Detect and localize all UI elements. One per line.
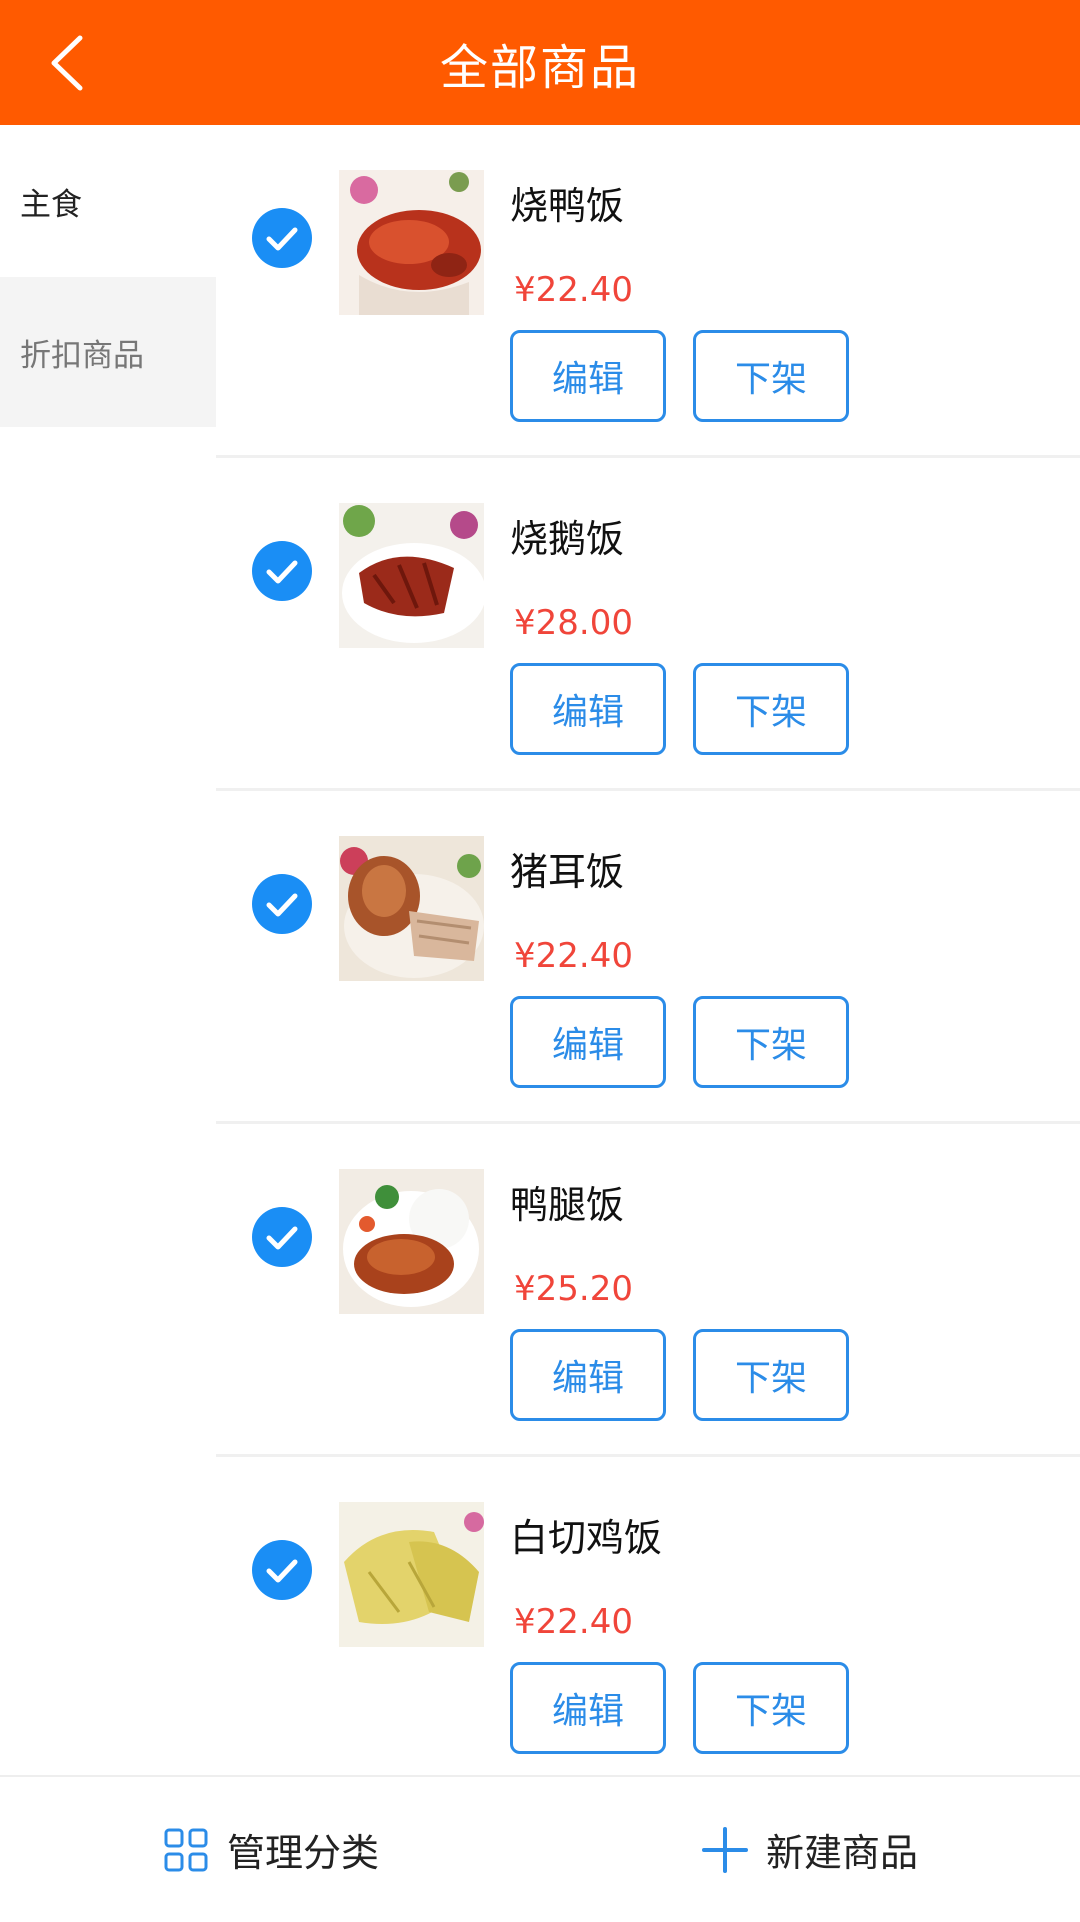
product-name: 白切鸡饭	[510, 1516, 663, 1560]
product-image	[339, 170, 484, 315]
product-row: 猪耳饭 ¥22.40 编辑 下架	[216, 791, 1080, 1124]
checkmark-icon	[266, 893, 298, 917]
product-row: 白切鸡饭 ¥22.40 编辑 下架	[216, 1457, 1080, 1790]
product-checkbox[interactable]	[252, 874, 312, 934]
product-image	[339, 503, 484, 648]
product-checkbox[interactable]	[252, 1207, 312, 1267]
edit-button[interactable]: 编辑	[510, 330, 666, 422]
unlist-button[interactable]: 下架	[693, 996, 849, 1088]
product-image	[339, 1169, 484, 1314]
product-checkbox[interactable]	[252, 1540, 312, 1600]
page-title: 全部商品	[439, 39, 640, 96]
product-price: ¥22.40	[514, 270, 633, 310]
checkmark-icon	[266, 1559, 298, 1583]
product-price: ¥28.00	[514, 603, 633, 643]
new-product-label: 新建商品	[766, 1831, 919, 1875]
manage-categories-label: 管理分类	[227, 1831, 380, 1875]
product-image	[339, 1502, 484, 1647]
product-price: ¥22.40	[514, 936, 633, 976]
category-sidebar: 主食 折扣商品	[0, 125, 216, 427]
product-price: ¥25.20	[514, 1269, 633, 1309]
unlist-button[interactable]: 下架	[693, 1662, 849, 1754]
product-row: 鸭腿饭 ¥25.20 编辑 下架	[216, 1124, 1080, 1457]
new-product-button[interactable]: 新建商品	[702, 1777, 918, 1922]
checkmark-icon	[266, 560, 298, 584]
product-name: 鸭腿饭	[510, 1183, 625, 1227]
edit-button[interactable]: 编辑	[510, 1662, 666, 1754]
unlist-button[interactable]: 下架	[693, 663, 849, 755]
checkmark-icon	[266, 227, 298, 251]
sidebar-item-discount[interactable]: 折扣商品	[0, 277, 216, 427]
bottom-action-bar: 管理分类 新建商品	[0, 1775, 1080, 1922]
product-name: 烧鹅饭	[510, 517, 625, 561]
product-row: 烧鸭饭 ¥22.40 编辑 下架	[216, 125, 1080, 458]
edit-button[interactable]: 编辑	[510, 1329, 666, 1421]
grid-icon	[164, 1828, 208, 1871]
checkmark-icon	[266, 1226, 298, 1250]
product-row: 烧鹅饭 ¥28.00 编辑 下架	[216, 458, 1080, 791]
edit-button[interactable]: 编辑	[510, 996, 666, 1088]
sidebar-item-label: 折扣商品	[20, 337, 144, 374]
unlist-button[interactable]: 下架	[693, 330, 849, 422]
product-name: 烧鸭饭	[510, 184, 625, 228]
top-bar: 全部商品	[0, 0, 1080, 125]
edit-button[interactable]: 编辑	[510, 663, 666, 755]
product-list: 烧鸭饭 ¥22.40 编辑 下架 烧鹅饭 ¥28.00 编辑 下架 猪耳饭 ¥2…	[216, 125, 1080, 1790]
product-image	[339, 836, 484, 981]
product-price: ¥22.40	[514, 1602, 633, 1642]
plus-icon	[702, 1826, 748, 1873]
product-checkbox[interactable]	[252, 208, 312, 268]
manage-categories-button[interactable]: 管理分类	[163, 1777, 379, 1922]
sidebar-item-staple[interactable]: 主食	[0, 125, 216, 277]
unlist-button[interactable]: 下架	[693, 1329, 849, 1421]
sidebar-item-label: 主食	[20, 186, 82, 223]
product-checkbox[interactable]	[252, 541, 312, 601]
product-name: 猪耳饭	[510, 850, 625, 894]
